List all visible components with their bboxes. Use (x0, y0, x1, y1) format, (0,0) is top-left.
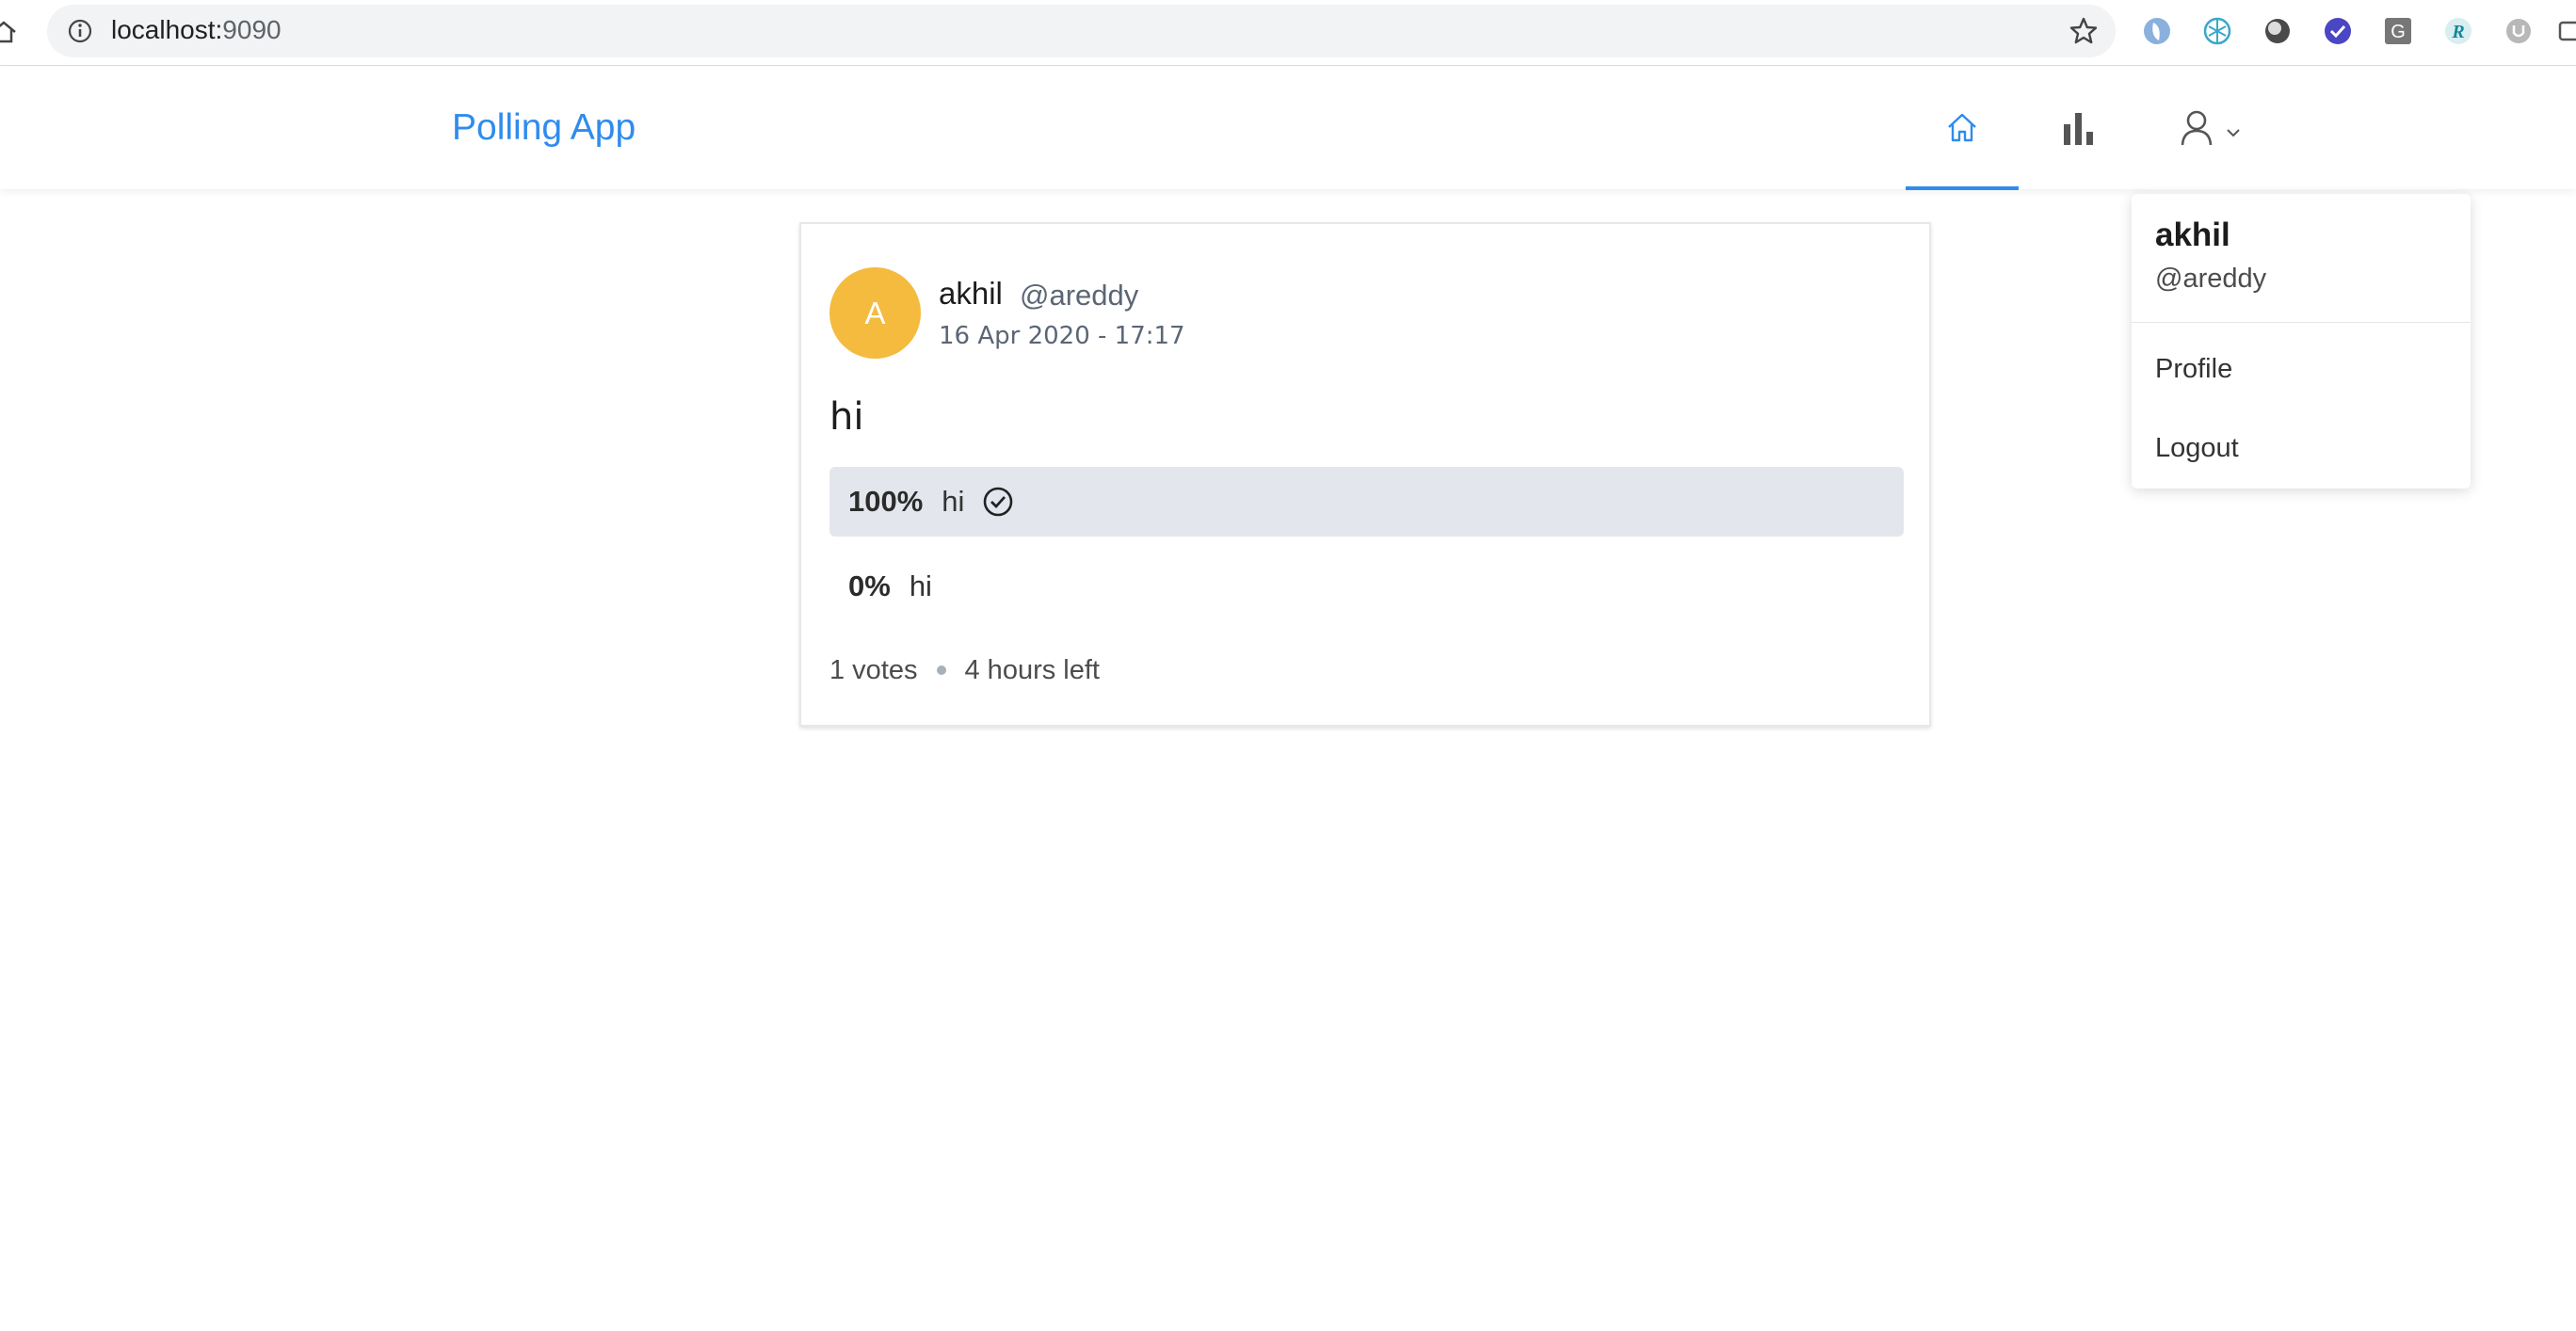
menu-item-profile[interactable]: Profile (2155, 350, 2232, 388)
extension-icon-6[interactable]: R (2442, 15, 2474, 47)
extension-icon-3[interactable] (2262, 15, 2294, 47)
address-bar[interactable] (47, 5, 2116, 57)
extension-icon-1[interactable] (2141, 15, 2173, 47)
vote-count: 1 votes (829, 655, 918, 685)
separator-dot (936, 666, 946, 675)
dropdown-user-name: akhil (2155, 216, 2230, 253)
avatar[interactable]: A (829, 267, 921, 359)
bookmark-star-icon[interactable] (2068, 15, 2100, 47)
check-circle-icon (984, 487, 1013, 517)
bar-chart-icon (2064, 113, 2093, 145)
poll-choice: 0% hi (829, 552, 1904, 621)
time-left: 4 hours left (964, 655, 1100, 685)
extension-icon-7[interactable] (2503, 15, 2535, 47)
svg-text:G: G (2391, 22, 2406, 42)
dropdown-username: @areddy (2155, 264, 2267, 294)
nav-new-poll[interactable] (2022, 67, 2135, 189)
poll-footer: 1 votes 4 hours left (829, 651, 1100, 689)
poll-question: hi (829, 395, 864, 439)
extension-icon-2[interactable] (2201, 15, 2233, 47)
extension-icon-5[interactable]: G (2382, 15, 2414, 47)
url-host: localhost: (111, 15, 223, 44)
poll-creation-date: 16 Apr 2020 - 17:17 (939, 322, 1185, 350)
creator-name[interactable]: akhil (939, 275, 1003, 313)
choice-percent: 100% (848, 485, 924, 518)
app-brand[interactable]: Polling App (452, 104, 636, 152)
chevron-down-icon (2227, 129, 2240, 137)
svg-text:R: R (2451, 22, 2464, 42)
poll-choice-winner: 100% hi (829, 467, 1904, 537)
browser-toolbar: localhost:9090 G R (0, 0, 2576, 66)
extension-icon-4[interactable] (2322, 15, 2354, 47)
poll-card: A akhil @areddy 16 Apr 2020 - 17:17 hi 1… (799, 222, 1931, 727)
menu-item-logout[interactable]: Logout (2155, 429, 2239, 467)
home-icon[interactable] (0, 17, 19, 47)
choice-text: hi (942, 485, 965, 518)
creator-username[interactable]: @areddy (1020, 277, 1138, 314)
url-port: 9090 (222, 15, 282, 44)
user-icon (2181, 110, 2213, 146)
url-text[interactable]: localhost:9090 (111, 13, 282, 47)
info-icon[interactable] (66, 17, 94, 45)
choice-percent: 0% (848, 569, 891, 602)
choice-text: hi (909, 569, 932, 602)
nav-home[interactable] (1906, 67, 2019, 190)
extension-icon-8[interactable] (2557, 15, 2576, 47)
home-icon (1948, 113, 1976, 142)
divider (2132, 322, 2471, 323)
app-header: Polling App (0, 67, 2576, 190)
profile-dropdown-menu: akhil @areddy Profile Logout (2132, 194, 2471, 489)
nav-profile-menu[interactable] (2154, 67, 2267, 189)
